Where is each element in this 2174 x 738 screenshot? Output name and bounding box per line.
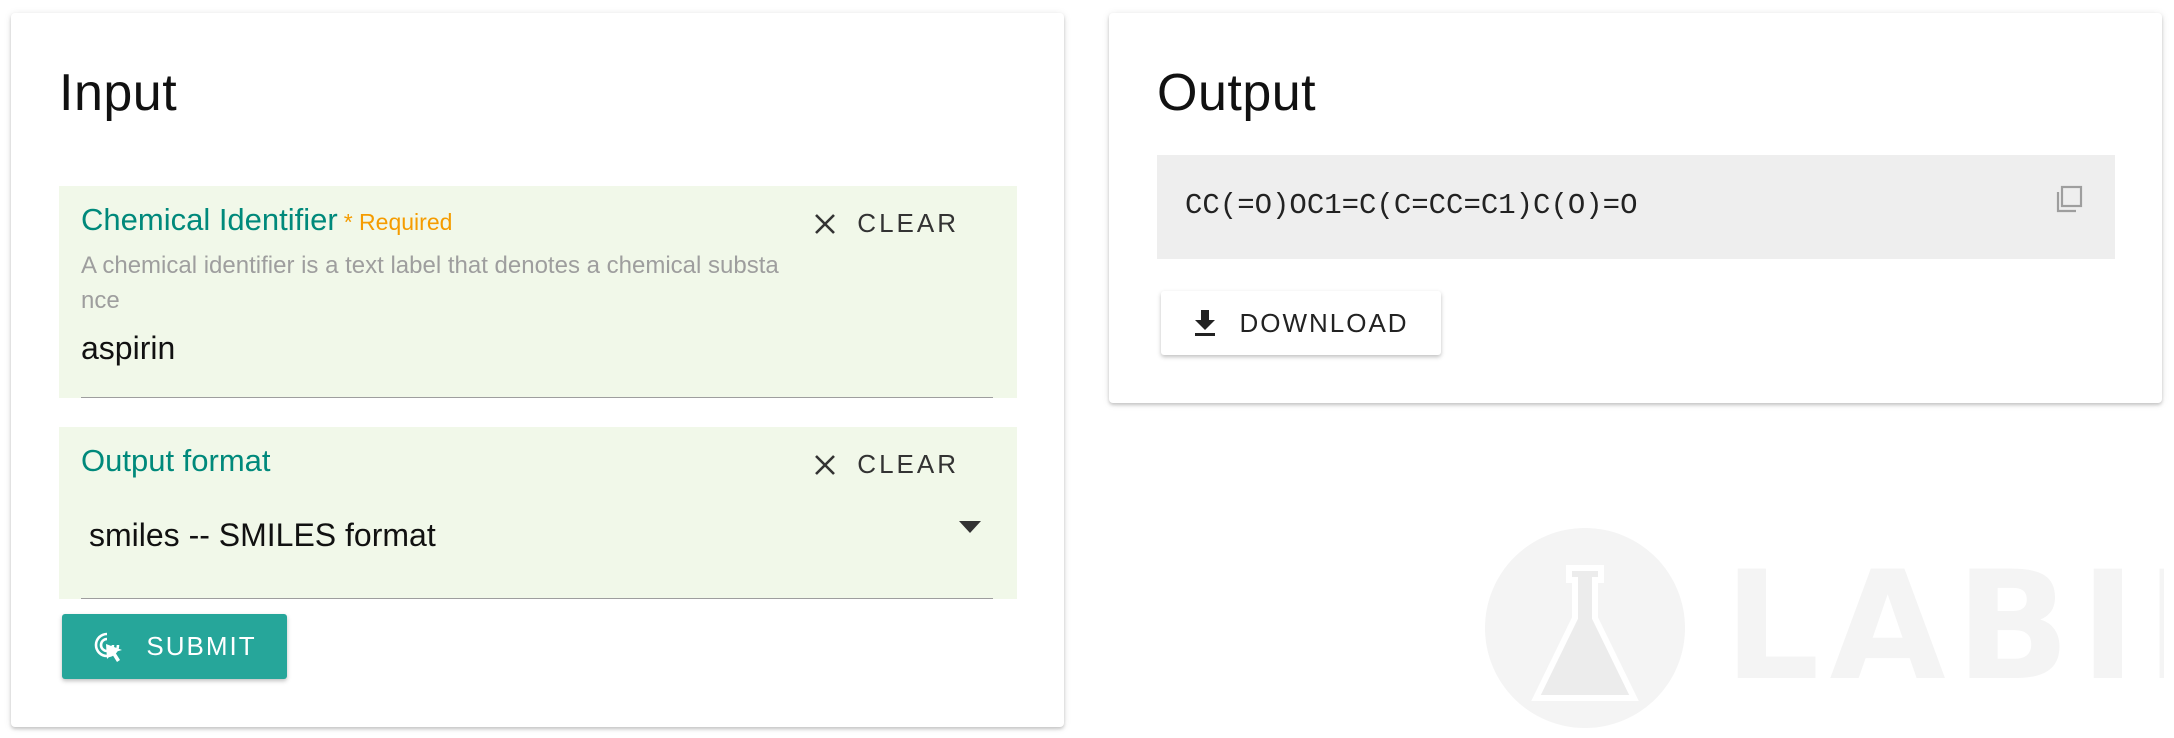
close-icon [815,454,836,475]
input-panel: Input Chemical Identifier * Required A ch… [11,13,1064,727]
submit-label: SUBMIT [146,631,257,661]
download-icon [1195,310,1216,336]
close-icon [815,213,836,234]
copy-icon[interactable] [2053,183,2085,215]
field-underline [81,598,993,599]
output-format-select[interactable]: smiles -- SMILES format [89,517,436,554]
clear-format-button[interactable]: CLEAR [813,449,959,480]
watermark-text: LABII [1724,540,2164,714]
chemical-identifier-field[interactable]: Chemical Identifier * Required A chemical… [59,186,1017,398]
clear-format-label: CLEAR [857,449,959,479]
labii-watermark: LABII [1485,528,2164,728]
output-panel-title: Output [1157,64,1317,122]
chemical-identifier-label: Chemical Identifier * Required [81,202,452,238]
download-label: DOWNLOAD [1239,307,1409,338]
chemical-identifier-label-text: Chemical Identifier [81,202,338,237]
clear-identifier-label: CLEAR [857,208,959,238]
input-panel-title: Input [59,64,178,122]
output-result-box: CC(=O)OC1=C(C=CC=C1)C(O)=O [1157,155,2115,259]
chemical-identifier-hint: A chemical identifier is a text label th… [81,252,779,314]
output-format-field[interactable]: Output format smiles -- SMILES format CL… [59,427,1017,599]
submit-button[interactable]: SUBMIT [62,614,287,679]
required-indicator: * Required [343,209,453,235]
touch-icon [95,632,123,662]
download-button[interactable]: DOWNLOAD [1161,291,1441,355]
output-format-label: Output format [81,443,271,478]
clear-identifier-button[interactable]: CLEAR [813,208,959,239]
output-panel: Output CC(=O)OC1=C(C=CC=C1)C(O)=O DOWNLO… [1109,13,2162,403]
chevron-down-icon[interactable] [959,521,981,535]
chemical-identifier-input[interactable]: aspirin [81,330,175,367]
output-result-text: CC(=O)OC1=C(C=CC=C1)C(O)=O [1185,189,1638,222]
field-underline [81,397,993,398]
